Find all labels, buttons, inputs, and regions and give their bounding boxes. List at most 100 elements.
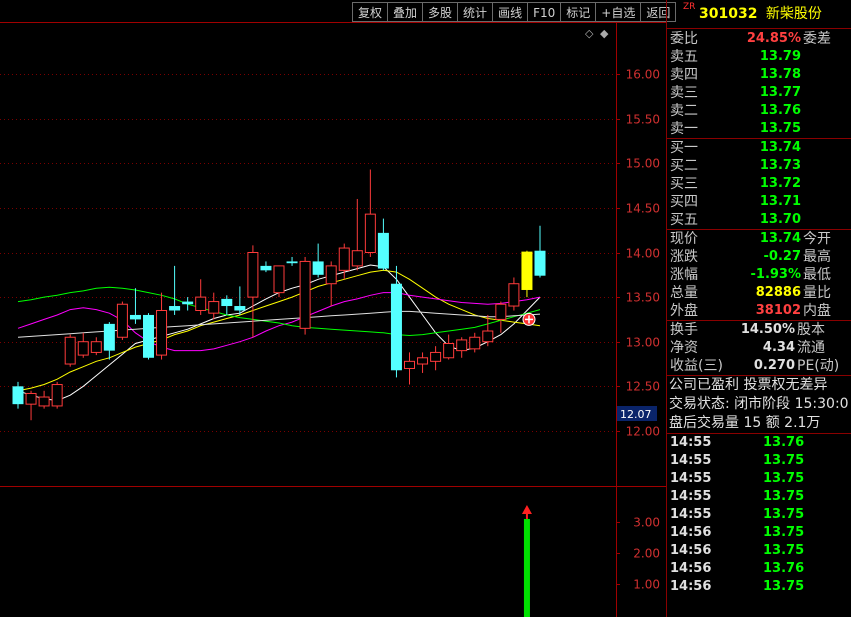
diamond-icon[interactable]: ◇ xyxy=(585,27,593,40)
bid-row[interactable]: 买一 13.74 xyxy=(667,139,851,157)
ask-row[interactable]: 卖四 13.78 xyxy=(667,66,851,84)
tick-row: 14:55 13.75 xyxy=(667,452,851,470)
stat-label: 涨跌 xyxy=(670,249,698,265)
candle-body xyxy=(338,247,350,271)
bid-label: 买四 xyxy=(670,194,698,210)
kline-chart[interactable]: 16.00 15.50 15.00 14.50 14.00 13.50 13.00 12.50… xyxy=(0,0,666,617)
candle-body xyxy=(156,309,168,356)
stock-title: ZR 301032 新柴股份 xyxy=(667,0,851,29)
bid-label: 买二 xyxy=(670,158,698,174)
candle-body xyxy=(208,301,220,314)
candle-body xyxy=(482,330,494,343)
bid-label: 买一 xyxy=(670,140,698,156)
candle-body xyxy=(169,306,181,311)
price-tick-label: 14.00 xyxy=(626,247,660,261)
volume-bar xyxy=(523,518,530,617)
candle-body xyxy=(25,392,37,405)
stat-row: 总量 82886 量比 xyxy=(667,284,851,302)
candle-body xyxy=(495,303,507,320)
ask-row[interactable]: 卖一 13.75 xyxy=(667,120,851,138)
ask-row[interactable]: 卖五 13.79 xyxy=(667,48,851,66)
candle-body xyxy=(325,265,337,285)
candle-body xyxy=(12,386,24,405)
stat-row: 涨跌 -0.27 最高 xyxy=(667,248,851,266)
tick-price: 13.76 xyxy=(763,561,805,576)
stat2-label: 收益(三) xyxy=(670,358,723,374)
candle-body xyxy=(364,213,376,253)
candle-body xyxy=(90,341,102,353)
candle-body xyxy=(247,252,259,298)
bid-row[interactable]: 买三 13.72 xyxy=(667,175,851,193)
candle-body xyxy=(312,261,324,275)
toolbar-add-watchlist-button[interactable]: +自选 xyxy=(596,2,642,22)
candle-body xyxy=(64,336,76,365)
ask-label: 卖三 xyxy=(670,85,698,101)
tick-row: 14:56 13.75 xyxy=(667,578,851,596)
stat2-label: 换手 xyxy=(670,322,698,338)
tick-row: 14:56 13.76 xyxy=(667,560,851,578)
info-line: 交易状态: 闭市阶段 15:30:0 xyxy=(669,396,849,412)
stat2-value: 14.50% xyxy=(740,322,795,337)
tick-price: 13.75 xyxy=(763,471,805,486)
volume-tick-label: 2.00 xyxy=(633,547,660,561)
stat-value: -1.93% xyxy=(750,267,802,282)
commission-ratio-value: 24.85% xyxy=(746,31,801,46)
volume-up-arrow-icon xyxy=(521,504,532,514)
volume-tick-label: 3.00 xyxy=(633,516,660,530)
ask-price: 13.75 xyxy=(759,121,801,136)
candle-body xyxy=(286,261,298,264)
diamond-filled-icon[interactable]: ◆ xyxy=(600,27,608,40)
tick-price: 13.75 xyxy=(763,543,805,558)
bid-row[interactable]: 买四 13.71 xyxy=(667,193,851,211)
candle-body xyxy=(195,296,207,311)
tick-time: 14:55 xyxy=(670,507,712,522)
toolbar-overlay-button[interactable]: 叠加 xyxy=(388,2,424,22)
toolbar-stats-button[interactable]: 统计 xyxy=(458,2,494,22)
tick-time: 14:55 xyxy=(670,435,712,450)
toolbar-fuquan-button[interactable]: 复权 xyxy=(352,2,389,22)
toolbar-mark-button[interactable]: 标记 xyxy=(561,2,597,22)
toolbar-multi-stock-button[interactable]: 多股 xyxy=(423,2,459,22)
candle-body xyxy=(534,250,546,276)
stat2-label: 净资 xyxy=(670,340,698,356)
kline-chart-area[interactable]: 16.00 15.50 15.00 14.50 14.00 13.50 13.00 12.50… xyxy=(0,0,677,617)
tick-time: 14:55 xyxy=(670,471,712,486)
candle-body xyxy=(260,265,272,271)
candle-body xyxy=(129,314,141,320)
price-tick-label: 12.00 xyxy=(626,425,660,439)
bid-row[interactable]: 买五 13.70 xyxy=(667,211,851,229)
candle-body xyxy=(390,283,402,371)
toolbar-f10-button[interactable]: F10 xyxy=(528,2,562,22)
stat-label-2: 最高 xyxy=(803,249,831,265)
price-tick-label: 14.50 xyxy=(626,202,660,216)
chart-toolbar: 复权 叠加 多股 统计 画线 F10 标记 +自选 返回 xyxy=(352,2,677,22)
candle-body xyxy=(77,341,89,356)
ask-row[interactable]: 卖二 13.76 xyxy=(667,102,851,120)
stat-value: 13.74 xyxy=(759,231,801,246)
current-price-label: 12.07 xyxy=(620,408,652,421)
bid-row[interactable]: 买二 13.73 xyxy=(667,157,851,175)
stats-list: 现价 13.74 今开 涨跌 -0.27 最高 涨幅 -1.93% 最低 总量 … xyxy=(667,229,851,320)
quote-panel: ZR 301032 新柴股份 委比 24.85% 委差 卖五 13.79 卖四 … xyxy=(666,0,851,617)
tick-row: 14:55 13.75 xyxy=(667,470,851,488)
stat-label: 外盘 xyxy=(670,303,698,319)
tick-price: 13.75 xyxy=(763,489,805,504)
bid-price: 13.73 xyxy=(759,158,801,173)
price-tick-label: 15.00 xyxy=(626,157,660,171)
toolbar-draw-line-button[interactable]: 画线 xyxy=(493,2,529,22)
ask-label: 卖四 xyxy=(670,67,698,83)
volume-tick-label: 1.00 xyxy=(633,578,660,592)
stat-row: 涨幅 -1.93% 最低 xyxy=(667,266,851,284)
stat-label-2: 内盘 xyxy=(803,303,831,319)
ask-row[interactable]: 卖三 13.77 xyxy=(667,84,851,102)
tick-price: 13.76 xyxy=(763,435,805,450)
candle-body xyxy=(377,232,389,269)
bid-label: 买三 xyxy=(670,176,698,192)
bid-list: 买一 13.74 买二 13.73 买三 13.72 买四 13.71 买五 1… xyxy=(667,138,851,229)
stat-value: 82886 xyxy=(755,285,801,300)
stat-row: 外盘 38102 内盘 xyxy=(667,302,851,320)
candle-body xyxy=(273,265,285,294)
moving-average-line xyxy=(17,310,541,338)
info-line: 盘后交易量 15 额 2.1万 xyxy=(669,415,821,431)
tick-time: 14:56 xyxy=(670,579,712,594)
